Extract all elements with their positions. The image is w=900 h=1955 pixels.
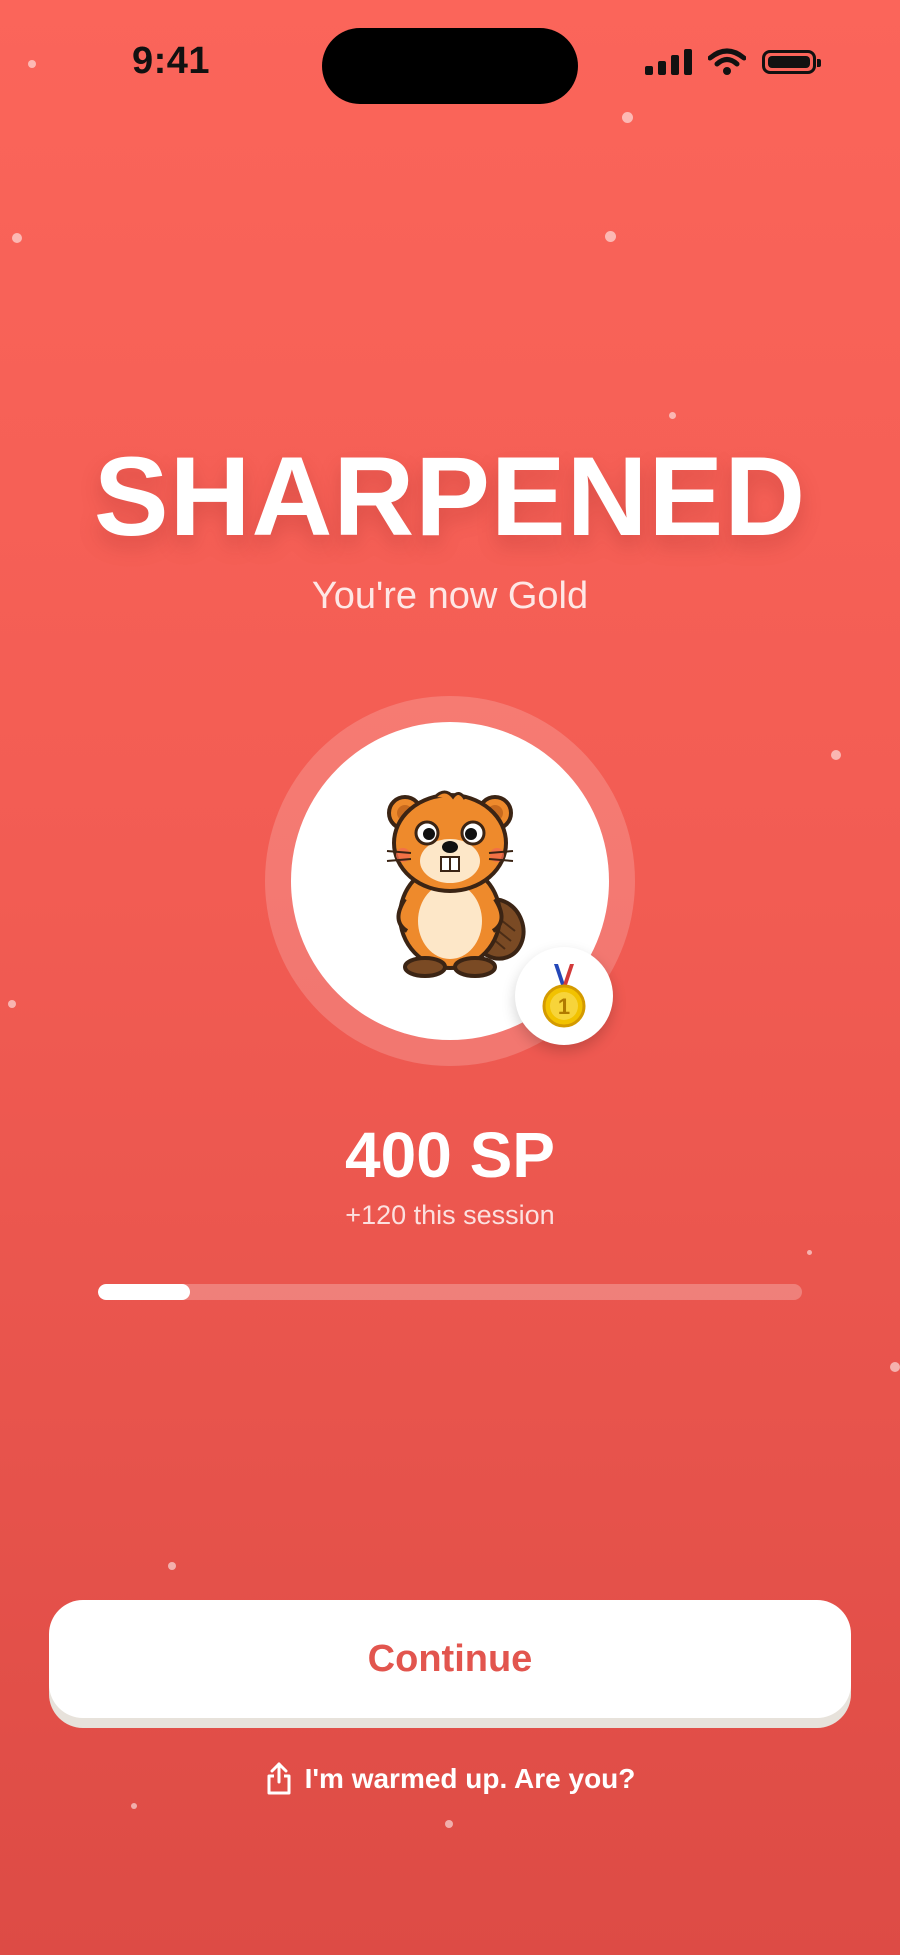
beaver-mascot-icon: [386, 790, 526, 978]
confetti-dot: [12, 233, 22, 243]
status-time: 9:41: [132, 40, 211, 82]
confetti-dot: [831, 750, 841, 760]
confetti-dot: [605, 231, 616, 242]
share-icon: [267, 1762, 291, 1795]
confetti-dot: [622, 112, 633, 123]
result-subtitle: You're now Gold: [311, 575, 589, 617]
share-button[interactable]: I'm warmed up. Are you?: [0, 1762, 900, 1796]
points-total: 400 SP: [345, 1119, 555, 1191]
confetti-dot: [445, 1820, 453, 1828]
confetti-dot: [168, 1562, 176, 1570]
confetti-dot: [890, 1362, 900, 1372]
battery-icon: [762, 50, 821, 74]
medal-badge: 1: [515, 947, 613, 1045]
confetti-dot: [28, 60, 36, 68]
gold-medal-icon: 1: [542, 964, 586, 1028]
medal-number: 1: [558, 994, 570, 1019]
session-gain: +120 this session: [345, 1200, 555, 1230]
share-label: I'm warmed up. Are you?: [304, 1763, 636, 1794]
confetti-dot: [131, 1803, 137, 1809]
confetti-dot: [807, 1250, 812, 1255]
progress-bar: [98, 1284, 802, 1300]
continue-button[interactable]: Continue: [49, 1600, 851, 1718]
result-title: SHARPENED: [93, 434, 807, 559]
status-bar: 9:41: [0, 0, 900, 130]
status-icons: [645, 48, 821, 76]
confetti-dot: [669, 412, 676, 419]
progress-fill: [98, 1284, 190, 1300]
cellular-signal-icon: [645, 49, 692, 75]
confetti-dot: [8, 1000, 16, 1008]
dynamic-island: [322, 28, 578, 104]
wifi-icon: [708, 48, 746, 75]
